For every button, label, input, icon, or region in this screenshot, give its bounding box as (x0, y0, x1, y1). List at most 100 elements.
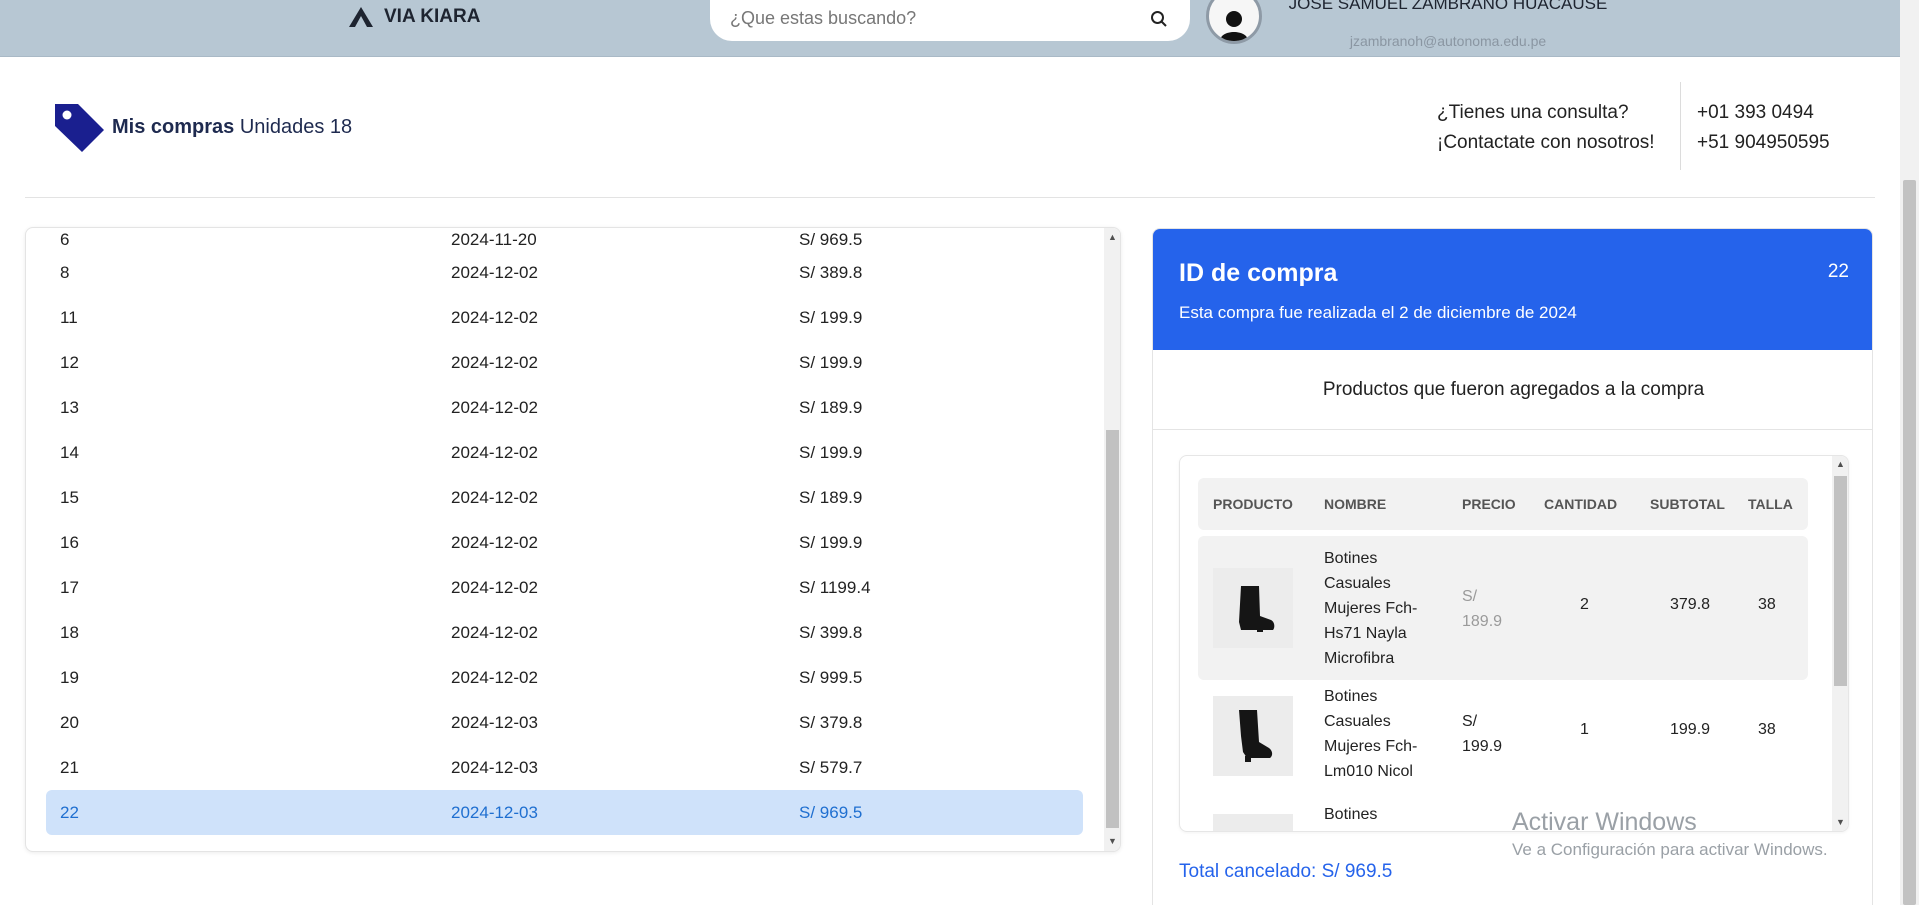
page-scrollbar-thumb[interactable] (1903, 180, 1916, 905)
purchases-scrollbar[interactable]: ▲ ▼ (1104, 228, 1120, 851)
column-header-subtotal: SUBTOTAL (1650, 496, 1725, 512)
product-row[interactable]: Botines Casuales Mujeres Fch-Hs71 Nayla … (1198, 536, 1808, 680)
purchase-row-selected[interactable]: 22 2024-12-03 S/ 969.5 (46, 790, 1083, 835)
purchases-list: 6 2024-11-20 S/ 969.5 8 2024-12-02 S/ 38… (25, 227, 1121, 852)
purchase-id: 13 (60, 397, 79, 417)
section-divider (25, 197, 1875, 198)
logo-icon (349, 7, 373, 27)
purchase-row[interactable]: 8 2024-12-02 S/ 389.8 (46, 250, 1104, 295)
product-subtotal: 379.8 (1670, 596, 1711, 613)
purchase-date: 2024-12-03 (451, 757, 538, 777)
total-paid: Total cancelado: S/ 969.5 (1179, 861, 1393, 882)
purchase-detail-date: Esta compra fue realizada el 2 de diciem… (1179, 303, 1577, 322)
purchase-id: 18 (60, 622, 79, 642)
scroll-up-arrow-icon[interactable]: ▲ (1836, 459, 1845, 469)
purchase-date: 2024-12-02 (451, 532, 538, 552)
product-subtotal: 199.9 (1670, 721, 1711, 738)
product-name: Botines (1324, 806, 1378, 823)
products-table: PRODUCTO NOMBRE PRECIO CANTIDAD SUBTOTAL… (1179, 455, 1849, 832)
purchase-date: 2024-12-02 (451, 442, 538, 462)
products-scrollbar[interactable]: ▲ ▼ (1832, 456, 1848, 831)
product-image-boot-icon (1213, 568, 1293, 648)
column-header-nombre: NOMBRE (1324, 496, 1387, 512)
page-scrollbar[interactable] (1900, 0, 1919, 905)
purchase-date: 2024-12-03 (451, 802, 538, 822)
purchase-total: S/ 999.5 (799, 667, 863, 687)
purchase-row[interactable]: 19 2024-12-02 S/ 999.5 (46, 655, 1104, 700)
product-price: S/ 199.9 (1462, 713, 1503, 755)
product-size: 38 (1758, 596, 1776, 613)
purchase-id: 17 (60, 577, 79, 597)
brand-logo[interactable]: VIA KIARA (348, 6, 480, 28)
contact-divider (1680, 82, 1681, 170)
product-image-cowboy-boot-icon (1213, 696, 1293, 776)
scroll-down-arrow-icon[interactable]: ▼ (1108, 837, 1117, 846)
purchase-date: 2024-12-02 (451, 667, 538, 687)
windows-activation-subtitle: Ve a Configuración para activar Windows. (1512, 840, 1828, 859)
purchase-total: S/ 189.9 (799, 397, 863, 417)
purchase-row[interactable]: 20 2024-12-03 S/ 379.8 (46, 700, 1104, 745)
purchase-id: 14 (60, 442, 79, 462)
purchase-date: 2024-12-02 (451, 352, 538, 372)
user-avatar[interactable] (1206, 0, 1262, 44)
purchase-id: 15 (60, 487, 79, 507)
purchase-row[interactable]: 14 2024-12-02 S/ 199.9 (46, 430, 1104, 475)
product-quantity: 1 (1580, 721, 1589, 738)
purchase-total: S/ 199.9 (799, 307, 863, 327)
purchase-total: S/ 969.5 (799, 802, 863, 822)
purchase-row[interactable]: 11 2024-12-02 S/ 199.9 (46, 295, 1104, 340)
purchase-detail-card: ID de compra Esta compra fue realizada e… (1152, 228, 1873, 905)
purchases-scrollbar-thumb[interactable] (1106, 430, 1119, 828)
phone-1[interactable]: +01 393 0494 (1697, 98, 1830, 128)
page-title: Mis compras Unidades 18 (112, 116, 352, 139)
purchase-row[interactable]: 13 2024-12-02 S/ 189.9 (46, 385, 1104, 430)
brand-name: VIA KIARA (384, 6, 481, 27)
product-row[interactable]: Botines Casuales Mujeres Fch-Lm010 Nicol… (1198, 684, 1808, 794)
search-icon[interactable] (1147, 7, 1170, 31)
top-navbar: VIA KIARA JOSE SAMUEL ZAMBRANO HUACAUSE … (0, 0, 1900, 57)
purchase-detail-id: 22 (1827, 261, 1849, 282)
purchase-id: 6 (60, 229, 70, 249)
column-header-precio: PRECIO (1462, 496, 1516, 512)
purchase-id: 21 (60, 757, 79, 777)
column-header-cantidad: CANTIDAD (1544, 496, 1618, 512)
product-price: S/ 189.9 (1462, 588, 1503, 630)
units-count: Unidades 18 (239, 116, 353, 138)
phone-list: +01 393 0494 +51 904950595 (1697, 98, 1830, 158)
scroll-up-arrow-icon[interactable]: ▲ (1108, 233, 1117, 242)
column-header-talla: TALLA (1748, 496, 1793, 512)
purchase-row[interactable]: 18 2024-12-02 S/ 399.8 (46, 610, 1104, 655)
purchase-row[interactable]: 16 2024-12-02 S/ 199.9 (46, 520, 1104, 565)
product-quantity: 2 (1580, 596, 1589, 613)
purchase-date: 2024-11-20 (451, 229, 537, 249)
contact-text: ¿Tienes una consulta? ¡Contactate con no… (1437, 98, 1655, 158)
purchase-date: 2024-12-02 (451, 487, 538, 507)
product-image-icon (1213, 814, 1293, 831)
purchase-total: S/ 199.9 (799, 352, 863, 372)
purchase-row[interactable]: 15 2024-12-02 S/ 189.9 (46, 475, 1104, 520)
contact-invite: ¡Contactate con nosotros! (1437, 132, 1655, 153)
purchase-total: S/ 199.9 (799, 442, 863, 462)
purchase-date: 2024-12-02 (451, 307, 538, 327)
user-name[interactable]: JOSE SAMUEL ZAMBRANO HUACAUSE (1270, 0, 1626, 14)
purchase-row[interactable]: 12 2024-12-02 S/ 199.9 (46, 340, 1104, 385)
purchases-list-viewport: 6 2024-11-20 S/ 969.5 8 2024-12-02 S/ 38… (26, 228, 1104, 851)
purchase-total: S/ 969.5 (799, 229, 863, 249)
purchase-id: 16 (60, 532, 79, 552)
purchase-total: S/ 1199.4 (799, 577, 871, 597)
products-scrollbar-thumb[interactable] (1834, 476, 1847, 686)
purchase-detail-header: ID de compra Esta compra fue realizada e… (1153, 229, 1872, 350)
purchase-date: 2024-12-02 (451, 262, 538, 282)
purchase-row[interactable]: 21 2024-12-03 S/ 579.7 (46, 745, 1104, 790)
purchase-row[interactable]: 17 2024-12-02 S/ 1199.4 (46, 565, 1104, 610)
contact-question: ¿Tienes una consulta? (1437, 102, 1629, 123)
search-input[interactable] (730, 8, 1148, 29)
purchase-date: 2024-12-02 (451, 622, 538, 642)
phone-2[interactable]: +51 904950595 (1697, 128, 1830, 158)
purchase-total: S/ 389.8 (799, 262, 863, 282)
user-icon (1220, 11, 1248, 41)
purchase-id: 8 (60, 262, 70, 282)
purchase-detail-title: ID de compra (1179, 259, 1338, 287)
product-row[interactable]: Botines (1198, 802, 1808, 831)
scroll-down-arrow-icon[interactable]: ▼ (1836, 817, 1845, 827)
